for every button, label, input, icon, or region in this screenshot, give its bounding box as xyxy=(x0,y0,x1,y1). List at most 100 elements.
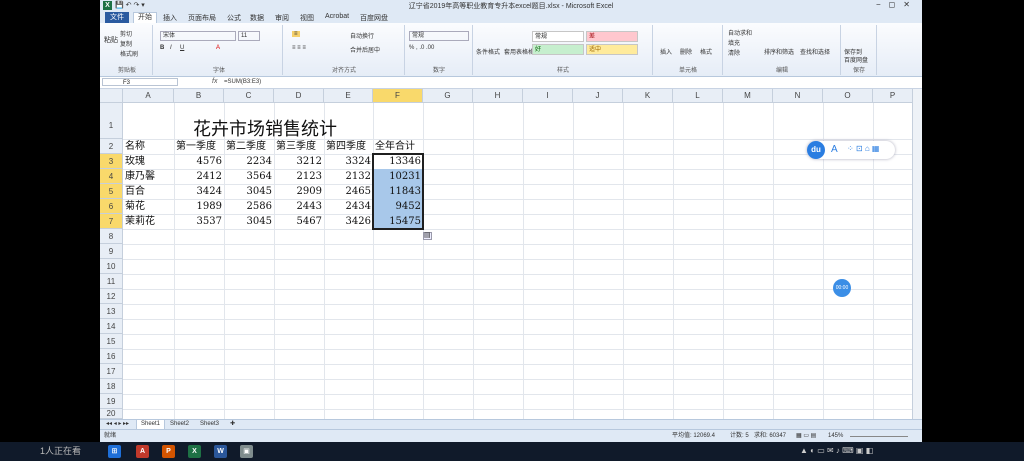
text-a-icon[interactable]: A xyxy=(831,144,838,155)
row-header-10[interactable]: 10 xyxy=(100,259,123,274)
total-cell[interactable]: 11843 xyxy=(373,184,423,199)
sheet-nav-arrows[interactable]: ◂◂ ◂ ▸ ▸▸ xyxy=(102,420,133,429)
row-header-9[interactable]: 9 xyxy=(100,244,123,259)
row-header-6[interactable]: 6 xyxy=(100,199,123,214)
row-header-2[interactable]: 2 xyxy=(100,139,123,154)
row-header-3[interactable]: 3 xyxy=(100,154,123,169)
header-cell[interactable]: 第二季度 xyxy=(224,139,276,154)
quick-analysis-icon[interactable]: ▤ xyxy=(423,232,432,240)
data-cell[interactable]: 5467 xyxy=(274,214,324,229)
col-header-k[interactable]: K xyxy=(623,89,673,103)
tools-icon[interactable]: ⁘ ⊡ ⌂ ▦ xyxy=(847,144,879,153)
data-cell[interactable]: 1989 xyxy=(174,199,224,214)
font-name-select[interactable]: 宋体 xyxy=(160,31,236,41)
col-header-o[interactable]: O xyxy=(823,89,873,103)
window-controls[interactable]: −◻✕ xyxy=(876,0,918,9)
data-cell[interactable]: 2434 xyxy=(324,199,373,214)
format-painter-button[interactable]: 格式刷 xyxy=(120,49,138,58)
data-cell[interactable]: 3212 xyxy=(274,154,324,169)
word-icon[interactable]: W xyxy=(214,445,227,458)
conditional-format-button[interactable]: 条件格式 xyxy=(476,47,500,56)
data-cell[interactable]: 百合 xyxy=(123,184,174,199)
row-header-4[interactable]: 4 xyxy=(100,169,123,184)
col-header-i[interactable]: I xyxy=(523,89,573,103)
sheet-tab-3[interactable]: Sheet3 xyxy=(196,420,223,429)
row-header-19[interactable]: 19 xyxy=(100,394,123,409)
format-cells-button[interactable]: 格式 xyxy=(700,47,712,56)
delete-cells-button[interactable]: 删除 xyxy=(680,47,692,56)
col-header-f[interactable]: F xyxy=(373,89,423,103)
name-box[interactable]: F3 xyxy=(102,78,178,86)
col-header-a[interactable]: A xyxy=(123,89,174,103)
row-header-13[interactable]: 13 xyxy=(100,304,123,319)
recording-timer-badge[interactable]: 00:00 xyxy=(833,279,851,297)
tab-insert[interactable]: 插入 xyxy=(163,13,177,23)
row-header-7[interactable]: 7 xyxy=(100,214,123,229)
tab-data[interactable]: 数据 xyxy=(250,13,264,23)
tab-file[interactable]: 文件 xyxy=(105,12,129,23)
style-neutral[interactable]: 适中 xyxy=(586,44,638,55)
data-cell[interactable]: 3424 xyxy=(174,184,224,199)
formula-input[interactable]: =SUM(B3:E3) xyxy=(224,78,261,87)
data-cell[interactable]: 2123 xyxy=(274,169,324,184)
row-header-18[interactable]: 18 xyxy=(100,379,123,394)
total-cell[interactable]: 10231 xyxy=(373,169,423,184)
row-header-1[interactable]: 1 xyxy=(100,103,123,139)
col-header-j[interactable]: J xyxy=(573,89,623,103)
row-header-14[interactable]: 14 xyxy=(100,319,123,334)
col-header-e[interactable]: E xyxy=(324,89,373,103)
row-header-5[interactable]: 5 xyxy=(100,184,123,199)
data-cell[interactable]: 3564 xyxy=(224,169,274,184)
data-cell[interactable]: 2132 xyxy=(324,169,373,184)
style-normal[interactable]: 常规 xyxy=(532,31,584,42)
bold-button[interactable]: B xyxy=(160,45,164,51)
row-header-16[interactable]: 16 xyxy=(100,349,123,364)
row-header-15[interactable]: 15 xyxy=(100,334,123,349)
zoom-slider[interactable] xyxy=(850,436,908,437)
header-cell[interactable]: 名称 xyxy=(123,139,174,154)
col-header-d[interactable]: D xyxy=(274,89,324,103)
data-cell[interactable]: 2234 xyxy=(224,154,274,169)
data-cell[interactable]: 3426 xyxy=(324,214,373,229)
header-cell[interactable]: 第一季度 xyxy=(174,139,226,154)
fill-button[interactable]: 填充 xyxy=(728,38,740,47)
tab-baidu-netdisk[interactable]: 百度网盘 xyxy=(360,13,388,23)
tray-icons[interactable]: ▲ ◐ ▭ ✉ ♪ ⌨ ▣ ◧ xyxy=(800,446,873,455)
data-cell[interactable]: 3324 xyxy=(324,154,373,169)
paste-button[interactable]: 粘贴 xyxy=(104,35,118,45)
start-icon[interactable]: ⊞ xyxy=(108,445,121,458)
sheet-tab-2[interactable]: Sheet2 xyxy=(166,420,193,429)
data-cell[interactable]: 2465 xyxy=(324,184,373,199)
autosum-button[interactable]: 自动求和 xyxy=(728,28,752,37)
powerpoint-icon[interactable]: P xyxy=(162,445,175,458)
col-header-b[interactable]: B xyxy=(174,89,224,103)
align-middle-icon[interactable]: ≡ xyxy=(292,31,300,37)
data-cell[interactable]: 3045 xyxy=(224,184,274,199)
percent-icon[interactable]: % , .0 .00 xyxy=(409,45,434,51)
data-cell[interactable]: 茉莉花 xyxy=(123,214,174,229)
number-format-select[interactable]: 常规 xyxy=(409,31,469,41)
excel-icon[interactable]: X xyxy=(188,445,201,458)
insert-cells-button[interactable]: 插入 xyxy=(660,47,672,56)
style-good[interactable]: 好 xyxy=(532,44,584,55)
col-header-p[interactable]: P xyxy=(873,89,913,103)
tab-acrobat[interactable]: Acrobat xyxy=(325,13,349,20)
copy-button[interactable]: 复制 xyxy=(120,39,132,48)
tab-view[interactable]: 视图 xyxy=(300,13,314,23)
data-cell[interactable]: 2443 xyxy=(274,199,324,214)
find-select-button[interactable]: 查找和选择 xyxy=(800,47,830,56)
tab-page-layout[interactable]: 页面布局 xyxy=(188,13,216,23)
data-cell[interactable]: 2586 xyxy=(224,199,274,214)
row-header-8[interactable]: 8 xyxy=(100,229,123,244)
header-cell[interactable]: 全年合计 xyxy=(373,139,425,154)
row-header-20[interactable]: 20 xyxy=(100,409,123,419)
tab-formulas[interactable]: 公式 xyxy=(227,13,241,23)
col-header-g[interactable]: G xyxy=(423,89,473,103)
wrap-text-button[interactable]: 自动换行 xyxy=(350,31,374,40)
cut-button[interactable]: 剪切 xyxy=(120,29,132,38)
align-left-icon[interactable]: ≡ ≡ ≡ xyxy=(292,45,306,51)
header-cell[interactable]: 第四季度 xyxy=(324,139,375,154)
data-cell[interactable]: 3537 xyxy=(174,214,224,229)
data-cell[interactable]: 2909 xyxy=(274,184,324,199)
data-cell[interactable]: 2412 xyxy=(174,169,224,184)
